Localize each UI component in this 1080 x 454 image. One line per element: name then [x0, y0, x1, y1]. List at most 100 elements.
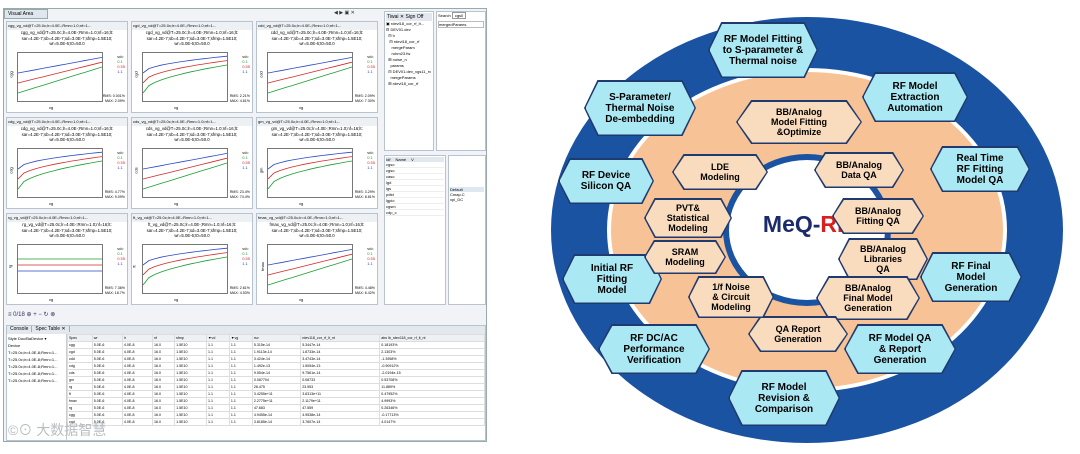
search-panel: Search cgs0 mergedParams	[436, 11, 486, 151]
table-row[interactable]: cdg 5.0E-6 4.0E-8 16.0 1.5E10 1.1 1.1 1.492e-13…	[67, 362, 485, 370]
table-cell: 1.1	[205, 355, 230, 363]
table-header-cell[interactable]: abs lb_rdev118_cor_rf_lt_nt	[379, 334, 485, 342]
table-row[interactable]: cgg 5.0E-6 4.0E-8 16.0 1.5E10 1.1 1.1 5.315e-14…	[67, 341, 485, 349]
panel-condition-line: wr=5.0E-6;t0=50.0	[174, 137, 210, 142]
table-header-cell[interactable]: sfmp	[174, 334, 207, 342]
rms-readout: RMS: 0.001% MAX: 2.09%	[103, 94, 125, 103]
plot-panel-cgg[interactable]: cgg_vg_vd@T=25.0c;lr=4.0E-;Rmn=1.0;nf=1-…	[6, 21, 128, 113]
table-row[interactable]: cdd 5.0E-6 4.0E-8 16.0 1.5E10 1.1 1.1 3.424e-14…	[67, 355, 485, 363]
search-input[interactable]: cgs0	[451, 12, 467, 19]
tree-list[interactable]: ▣ rdevl18_cor_rf_lt... ⊟ DEV01.dev ⊟ lr ⊟…	[386, 21, 432, 87]
table-row[interactable]: gm 5.0E-6 4.0E-8 16.0 1.5E10 1.1 1.1 0.087704 0.…	[67, 376, 485, 384]
rms-readout: RMS: 2.61% MAX: 4.53%	[230, 286, 250, 295]
plot-panel-cgd[interactable]: cgd_vg_vd@T=25.0c;lr=4.0E-;Rmn=1.0;nf=1-…	[131, 21, 253, 113]
rms-readout: RMS: 7.36% MAX: 18.7%	[105, 286, 125, 295]
table-cell: 1.5E10	[174, 404, 207, 412]
rms-value: MAX: 2.09%	[105, 98, 125, 103]
plot-panel-fmax[interactable]: fmax_vg_vd@T=25.0c;lr=4.0E-;Rmn=1.0;nf=1…	[256, 213, 378, 305]
project-tree[interactable]: Tiwai ✕ Sign Off ▣ rdevl18_cor_rf_lt... ⊟…	[384, 11, 434, 151]
device-row[interactable]: Style Doc/BaDevice ▾	[8, 335, 65, 342]
table-cell: 4.9993%	[379, 397, 485, 405]
plot-panel-cdg[interactable]: cdg_vg_vd@T=25.0c;lr=4.0E-;Rmn=1.0;nf=1-…	[6, 117, 128, 209]
table-header-cell[interactable]: rsv	[251, 334, 302, 342]
table-cell: 1.1	[205, 383, 230, 391]
device-row[interactable]: T=25.0c;lr=4.0E-8;Rmn=1...	[8, 349, 65, 356]
plot-panel-rg[interactable]: rg_vg_vd@T=25.0c;lr=4.0E-;Rmn=1.0;nf=1-.…	[6, 213, 128, 305]
plot-curves	[142, 55, 228, 94]
table-cell: 5.0E-6	[91, 376, 123, 384]
table-cell: 5.0E-6	[91, 369, 123, 377]
hex-label: LDE Modeling	[673, 155, 767, 189]
console-tabs[interactable]: Console Spec Table ✕	[7, 326, 485, 334]
params-rows: cgso cgso caso lgd lgs pdtd lgpio cgsm cdp_c	[386, 162, 444, 216]
table-cell: 23.553	[300, 383, 381, 391]
table-cell: 1.5E10	[174, 376, 207, 384]
tree-item[interactable]: ⊞ rdevl18_cor_rf	[386, 81, 432, 87]
device-row[interactable]: T=25.0c;lr=4.0E-8;Rmn=1...	[8, 363, 65, 370]
panel-condition-line: rg_vg_vd@T=25.0c;lr=4.0E-;Rmn=1.0;nf=16;…	[22, 222, 112, 227]
tab-visual-area[interactable]: Visual Area	[4, 9, 48, 19]
device-row[interactable]: T=25.0c;lr=4.0E-8;Rmn=1...	[8, 370, 65, 377]
table-header-cell[interactable]: nf	[151, 334, 176, 342]
plot-area	[17, 148, 103, 198]
plot-panel-cdd[interactable]: cdd_vg_vd@T=25.0c;lr=4.0E-;Rmn=1.0;nf=1-…	[256, 21, 378, 113]
series-line	[142, 247, 228, 266]
table-cell: 16.0	[151, 341, 176, 349]
plot-panel-cds[interactable]: cds_vg_vd@T=25.0c;lr=4.0E-;Rmn=1.0;nf=1-…	[131, 117, 253, 209]
hex-label: S-Parameter/ Thermal Noise De-embedding	[585, 81, 695, 135]
series-line	[267, 156, 353, 180]
plot-area	[142, 52, 228, 102]
params-table[interactable]: Idf Name V cgso cgso caso lgd lgs pdtd lgpio cgsm…	[384, 155, 446, 305]
inner-step-hexagon: BB/Analog Final Model Generation	[816, 276, 920, 320]
params-col-header[interactable]: Name	[395, 157, 406, 162]
plot-legend: vd= 0.1 0.55 1.1	[367, 246, 375, 266]
table-row[interactable]: rg 5.0E-6 4.0E-8 16.0 1.5E10 1.1 1.1 47.683 47.5…	[67, 404, 485, 412]
legend-entry: 1.1	[117, 165, 123, 170]
table-header-cell[interactable]: ▼vd	[205, 334, 230, 342]
panel-condition-line: fmax_vg_vd@T=25.0c;lr=4.0E-;Rmn=1.0;nf=1…	[269, 222, 365, 227]
table-header-cell[interactable]: Spec	[67, 334, 93, 342]
view-nav-controls[interactable]: ◀ ▶ ▣ ✕	[334, 10, 355, 16]
table-cell: 1.1	[205, 362, 230, 370]
outer-step-hexagon: RF Model Revision & Comparison	[728, 370, 840, 426]
plot-panel-ft[interactable]: ft_vg_vd@T=25.0c;lr=4.0E-;Rmn=1.0;nf=1-.…	[131, 213, 253, 305]
table-cell: 1.5E10	[174, 355, 207, 363]
panel-condition-line: wr=5.0E-6;t0=50.0	[49, 233, 85, 238]
plot-curves	[267, 57, 353, 94]
device-row[interactable]: T=25.0c;lr=4.0E-8;Rmn=1...	[8, 356, 65, 363]
table-row[interactable]: cds 5.0E-6 4.0E-8 16.0 1.5E10 1.1 1.1 9.554e-14…	[67, 369, 485, 377]
panel-title: fmax_vg_vd@T=25.0c;lr=4.0E-;Rmn=1.0;nf=1…	[257, 214, 377, 222]
table-header-cell[interactable]: lr	[121, 334, 153, 342]
plot-area	[267, 52, 353, 102]
table-cell: 1.1	[228, 390, 253, 398]
device-row[interactable]: T=25.0c;lr=4.0E-8;Rmn=1...	[8, 377, 65, 384]
table-cell: ft	[67, 390, 93, 398]
default-list[interactable]: Cmap.C xpi_DC	[450, 192, 484, 202]
table-header-cell[interactable]: rdev118_cor_rf_lt_nt	[300, 334, 381, 342]
table-row[interactable]: fmax 5.0E-6 4.0E-8 16.0 1.5E10 1.1 1.1 2.2775e+…	[67, 397, 485, 405]
table-cell: 4.0E-8	[121, 362, 153, 370]
plot-panel-gm[interactable]: gm_vg_vd@T=25.0c;lr=4.0E-;Rmn=1.0;nf=1-.…	[256, 117, 378, 209]
table-header-cell[interactable]: wr	[91, 334, 123, 342]
table-cell: 3.7607e-14	[300, 418, 381, 426]
plot-legend: vd= 0.1 0.55 1.1	[367, 54, 375, 74]
table-row[interactable]: cgg 5.0E-6 4.0E-8 16.0 1.5E10 1.1 1.1 4.9455e-1…	[67, 411, 485, 419]
table-row[interactable]: cgd 5.0E-6 4.0E-8 16.0 1.5E10 1.1 1.1 1.9113e-1…	[67, 348, 485, 356]
hex-label: SRAM Modeling	[645, 241, 725, 273]
outer-step-hexagon: RF Model Extraction Automation	[862, 72, 968, 122]
table-row[interactable]: cgd 5.0E-6 4.0E-8 16.0 1.5E10 1.1 1.1 3.8185e-1…	[67, 418, 485, 426]
device-row[interactable]: Device	[8, 342, 65, 349]
table-row[interactable]: rg 5.0E-6 4.0E-8 16.0 1.5E10 1.1 1.1 26.475 23.5…	[67, 383, 485, 391]
table-cell: 1.5E10	[174, 390, 207, 398]
param-row[interactable]: cdp_c	[386, 210, 444, 216]
table-cell: 1.1	[228, 376, 253, 384]
plot-toolbar[interactable]: ≡ 0/18 ⊕ + − ↻ ⊗	[8, 311, 380, 323]
console-tab[interactable]: Spec Table ✕	[32, 326, 70, 332]
hex-label: 1/f Noise & Circuit Modeling	[689, 277, 773, 317]
table-header-cell[interactable]: ▼vg	[228, 334, 253, 342]
table-row[interactable]: ft 5.0E-6 4.0E-8 16.0 1.5E10 1.1 1.1 3.4255e+11…	[67, 390, 485, 398]
table-cell: 4.0147%	[379, 418, 485, 426]
params-col-header[interactable]: V	[411, 157, 414, 162]
console-tab[interactable]: Console	[7, 326, 33, 332]
default-item[interactable]: xpi_DC	[450, 197, 484, 202]
